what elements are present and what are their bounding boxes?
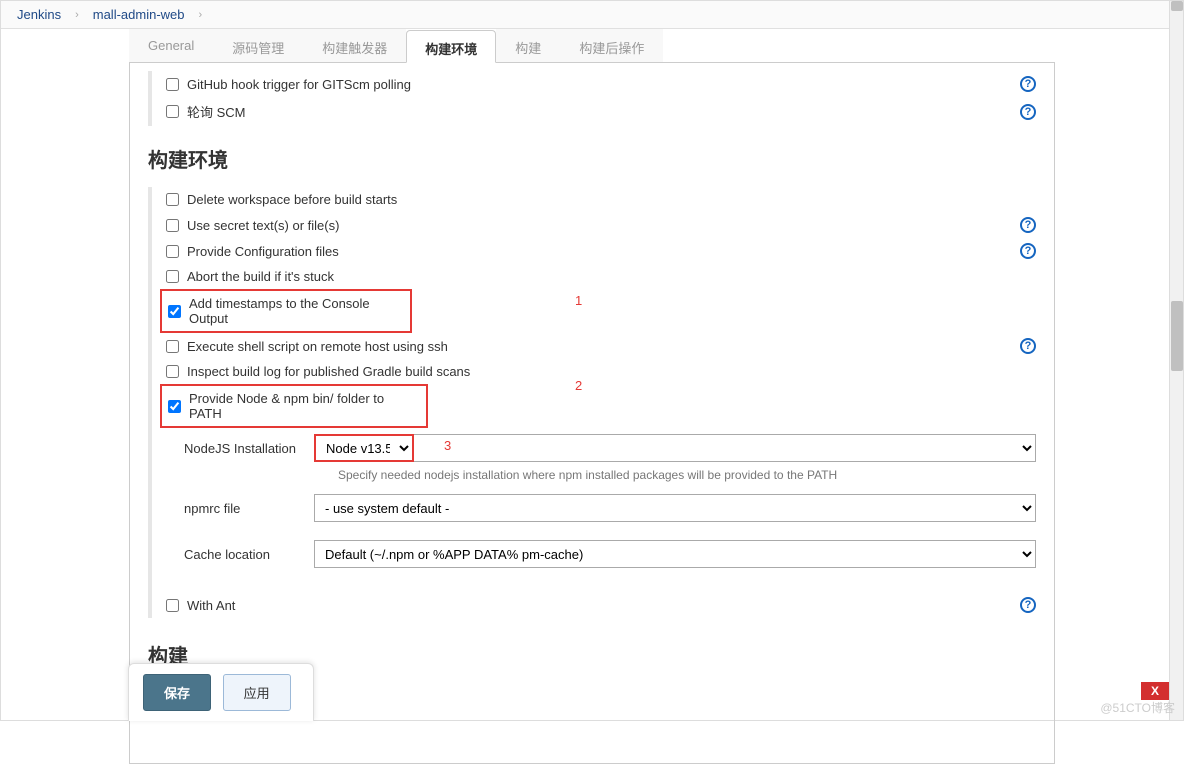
- tab-general[interactable]: General: [129, 29, 213, 62]
- checkbox-delete-ws[interactable]: [166, 193, 179, 206]
- checkbox-use-secret[interactable]: [166, 219, 179, 232]
- label-inspect-gradle[interactable]: Inspect build log for published Gradle b…: [187, 364, 470, 379]
- watermark: @51CTO博客: [1100, 699, 1175, 716]
- label-nodejs-installation: NodeJS Installation: [184, 441, 314, 456]
- save-button[interactable]: 保存: [143, 674, 211, 711]
- label-provide-node[interactable]: Provide Node & npm bin/ folder to PATH: [189, 391, 420, 421]
- section-title-env: 构建环境: [148, 144, 1036, 173]
- breadcrumb-jenkins[interactable]: Jenkins: [17, 7, 61, 22]
- checkbox-poll-scm[interactable]: [166, 105, 179, 118]
- label-with-ant[interactable]: With Ant: [187, 598, 235, 613]
- breadcrumb-sep-icon: ›: [185, 9, 217, 21]
- config-tabs: General 源码管理 构建触发器 构建环境 构建 构建后操作: [129, 29, 1055, 63]
- tab-scm[interactable]: 源码管理: [213, 29, 303, 62]
- help-icon[interactable]: ?: [1020, 76, 1036, 92]
- apply-button[interactable]: 应用: [223, 674, 291, 711]
- annotation-1: 1: [575, 293, 582, 308]
- hint-nodejs: Specify needed nodejs installation where…: [338, 468, 1036, 482]
- label-abort-stuck[interactable]: Abort the build if it's stuck: [187, 269, 334, 284]
- checkbox-inspect-gradle[interactable]: [166, 365, 179, 378]
- label-add-timestamps[interactable]: Add timestamps to the Console Output: [189, 296, 404, 326]
- help-icon[interactable]: ?: [1020, 217, 1036, 233]
- checkbox-add-timestamps[interactable]: [168, 305, 181, 318]
- breadcrumb: Jenkins › mall-admin-web ›: [1, 1, 1183, 29]
- tab-triggers[interactable]: 构建触发器: [303, 29, 406, 62]
- tab-build[interactable]: 构建: [496, 29, 560, 62]
- select-cache-location[interactable]: Default (~/.npm or %APP DATA% pm-cache): [314, 540, 1036, 568]
- footer-actions: 保存 应用: [128, 663, 314, 721]
- annotation-2: 2: [575, 378, 582, 393]
- label-cache-location: Cache location: [184, 547, 314, 562]
- checkbox-github-hook[interactable]: [166, 78, 179, 91]
- tab-env[interactable]: 构建环境: [406, 30, 496, 63]
- select-npmrc[interactable]: - use system default -: [314, 494, 1036, 522]
- label-provide-cfg[interactable]: Provide Configuration files: [187, 244, 339, 259]
- breadcrumb-project[interactable]: mall-admin-web: [93, 7, 185, 22]
- label-delete-ws[interactable]: Delete workspace before build starts: [187, 192, 397, 207]
- tab-postbuild[interactable]: 构建后操作: [560, 29, 663, 62]
- label-npmrc: npmrc file: [184, 501, 314, 516]
- checkbox-exec-ssh[interactable]: [166, 340, 179, 353]
- checkbox-provide-node[interactable]: [168, 400, 181, 413]
- help-icon[interactable]: ?: [1020, 338, 1036, 354]
- delete-button[interactable]: X: [1141, 682, 1169, 700]
- scroll-thumb[interactable]: [1171, 301, 1183, 371]
- checkbox-provide-cfg[interactable]: [166, 245, 179, 258]
- checkbox-with-ant[interactable]: [166, 599, 179, 612]
- label-github-hook[interactable]: GitHub hook trigger for GITScm polling: [187, 77, 411, 92]
- label-use-secret[interactable]: Use secret text(s) or file(s): [187, 218, 339, 233]
- help-icon[interactable]: ?: [1020, 104, 1036, 120]
- breadcrumb-sep-icon: ›: [61, 9, 93, 21]
- label-poll-scm[interactable]: 轮询 SCM: [187, 102, 246, 121]
- help-icon[interactable]: ?: [1020, 597, 1036, 613]
- annotation-3: 3: [444, 438, 451, 453]
- scroll-up-icon[interactable]: [1171, 1, 1183, 11]
- select-nodejs-installation[interactable]: Node v13.5.0: [314, 434, 414, 462]
- checkbox-abort-stuck[interactable]: [166, 270, 179, 283]
- label-exec-ssh[interactable]: Execute shell script on remote host usin…: [187, 339, 448, 354]
- help-icon[interactable]: ?: [1020, 243, 1036, 259]
- select-nodejs-installation-full[interactable]: [314, 434, 1036, 462]
- scrollbar[interactable]: [1169, 1, 1183, 720]
